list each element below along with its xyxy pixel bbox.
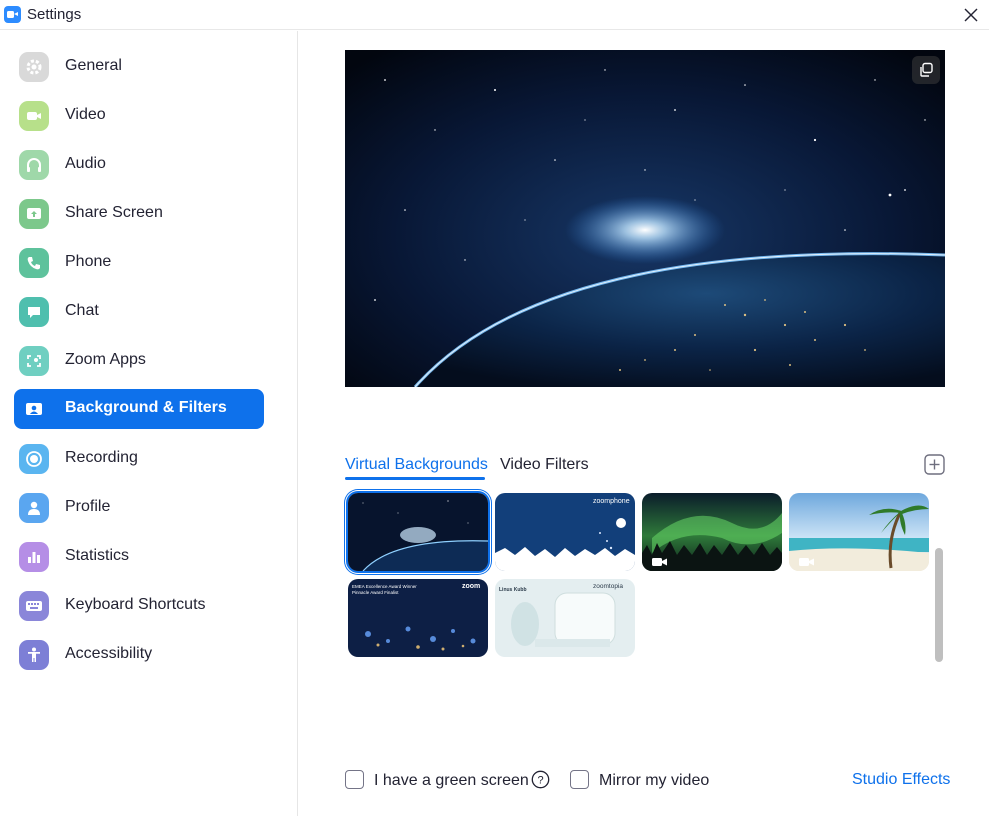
- background-thumbnail-beach[interactable]: [789, 493, 929, 571]
- add-background-button[interactable]: [924, 454, 945, 475]
- sidebar-item-label: Recording: [65, 449, 138, 466]
- phone-icon: [19, 248, 49, 278]
- picture-in-picture-icon: [920, 62, 933, 77]
- earth-preview-image: [345, 50, 945, 387]
- tab-video-filters[interactable]: Video Filters: [500, 456, 589, 474]
- background-thumbnail-earth[interactable]: [348, 493, 488, 571]
- sidebar-item-background-filters[interactable]: Background & Filters: [14, 389, 264, 429]
- sidebar-item-label: Background & Filters: [65, 399, 227, 416]
- bar-chart-icon: [19, 542, 49, 572]
- svg-text:zoomphone: zoomphone: [593, 498, 630, 505]
- background-thumbnail-emea-award[interactable]: EMEA Excellence Award Winner Pinnacle Aw…: [348, 579, 488, 657]
- title-bar: Settings: [0, 0, 989, 30]
- accessibility-icon: [19, 640, 49, 670]
- svg-text:Linus Kubb: Linus Kubb: [499, 587, 527, 593]
- sidebar-item-label: Chat: [65, 302, 99, 319]
- sidebar-item-phone[interactable]: Phone: [14, 243, 264, 283]
- mirror-video-checkbox[interactable]: [570, 770, 589, 789]
- sidebar-item-chat[interactable]: Chat: [14, 292, 264, 332]
- sidebar-item-recording[interactable]: Recording: [14, 439, 264, 479]
- settings-sidebar: General Video Audio Share Screen Phone C…: [0, 31, 298, 816]
- background-thumbnail-zoomphone[interactable]: zoomphone: [495, 493, 635, 571]
- sidebar-item-label: Video: [65, 106, 106, 123]
- svg-text:zoomtopia: zoomtopia: [593, 583, 623, 590]
- window-title: Settings: [27, 6, 82, 23]
- green-screen-label: I have a green screen: [374, 772, 529, 789]
- sidebar-item-label: Zoom Apps: [65, 351, 146, 368]
- person-icon: [19, 493, 49, 523]
- picture-in-picture-button[interactable]: [912, 56, 940, 84]
- close-icon: [964, 8, 978, 22]
- mirror-video-label: Mirror my video: [599, 772, 710, 789]
- green-screen-checkbox[interactable]: [345, 770, 364, 789]
- background-preview: [345, 50, 945, 387]
- svg-text:?: ?: [537, 775, 543, 787]
- zoom-video-icon: [4, 6, 21, 23]
- svg-text:zoom: zoom: [462, 583, 480, 590]
- svg-text:Pinnacle Award Finalist: Pinnacle Award Finalist: [352, 590, 399, 595]
- sidebar-item-label: Profile: [65, 498, 111, 515]
- video-badge-icon: [652, 558, 667, 566]
- zoom-apps-icon: [19, 346, 49, 376]
- sidebar-item-accessibility[interactable]: Accessibility: [14, 635, 264, 675]
- keyboard-icon: [19, 591, 49, 621]
- background-thumbnail-zoomtopia[interactable]: Linus Kubb zoomtopia: [495, 579, 635, 657]
- svg-text:EMEA Excellence Award Winner: EMEA Excellence Award Winner: [352, 584, 417, 589]
- share-screen-icon: [19, 199, 49, 229]
- sidebar-item-statistics[interactable]: Statistics: [14, 537, 264, 577]
- sidebar-item-label: Statistics: [65, 547, 130, 564]
- sidebar-item-label: Share Screen: [65, 204, 163, 221]
- sidebar-item-label: General: [65, 57, 122, 74]
- sidebar-item-zoom-apps[interactable]: Zoom Apps: [14, 341, 264, 381]
- sidebar-item-share-screen[interactable]: Share Screen: [14, 194, 264, 234]
- tab-virtual-backgrounds[interactable]: Virtual Backgrounds: [345, 456, 488, 474]
- video-badge-icon: [799, 558, 814, 566]
- sidebar-item-video[interactable]: Video: [14, 96, 264, 136]
- sidebar-item-label: Accessibility: [65, 645, 153, 662]
- plus-icon: [924, 454, 945, 475]
- sidebar-item-general[interactable]: General: [14, 47, 264, 87]
- video-camera-icon: [19, 101, 49, 131]
- studio-effects-link[interactable]: Studio Effects: [852, 771, 950, 789]
- background-icon: [19, 394, 49, 424]
- thumbnail-scrollbar[interactable]: [935, 548, 943, 662]
- chat-bubble-icon: [19, 297, 49, 327]
- sidebar-item-label: Phone: [65, 253, 112, 270]
- sidebar-item-keyboard-shortcuts[interactable]: Keyboard Shortcuts: [14, 586, 264, 626]
- background-thumbnail-northern-lights[interactable]: [642, 493, 782, 571]
- record-icon: [19, 444, 49, 474]
- headphones-icon: [19, 150, 49, 180]
- sidebar-item-profile[interactable]: Profile: [14, 488, 264, 528]
- help-icon[interactable]: ?: [531, 770, 550, 789]
- sidebar-item-label: Audio: [65, 155, 106, 172]
- gear-icon: [19, 52, 49, 82]
- active-tab-indicator: [345, 477, 485, 480]
- close-button[interactable]: [960, 4, 982, 26]
- sidebar-item-audio[interactable]: Audio: [14, 145, 264, 185]
- sidebar-item-label: Keyboard Shortcuts: [65, 596, 206, 613]
